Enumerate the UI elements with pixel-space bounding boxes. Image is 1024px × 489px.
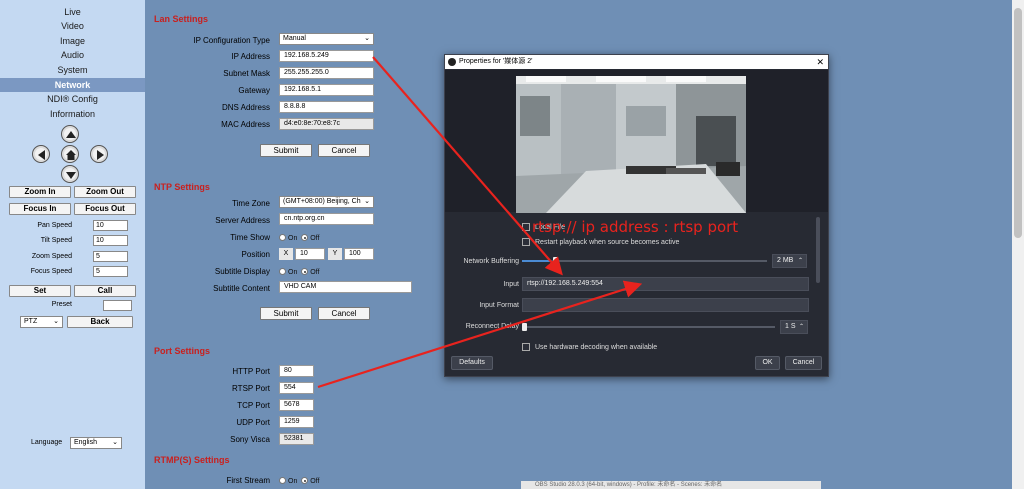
- annotation-arrows: [317, 56, 643, 389]
- annotation-text: rtsp:// ip address : rtsp port: [532, 218, 739, 236]
- arrow-ip-to-input: [372, 56, 563, 276]
- taskbar-tooltip: OBS Studio 28.0.3 (64-bit, windows) - Pr…: [521, 481, 821, 489]
- arrow-port-to-input: [317, 280, 643, 389]
